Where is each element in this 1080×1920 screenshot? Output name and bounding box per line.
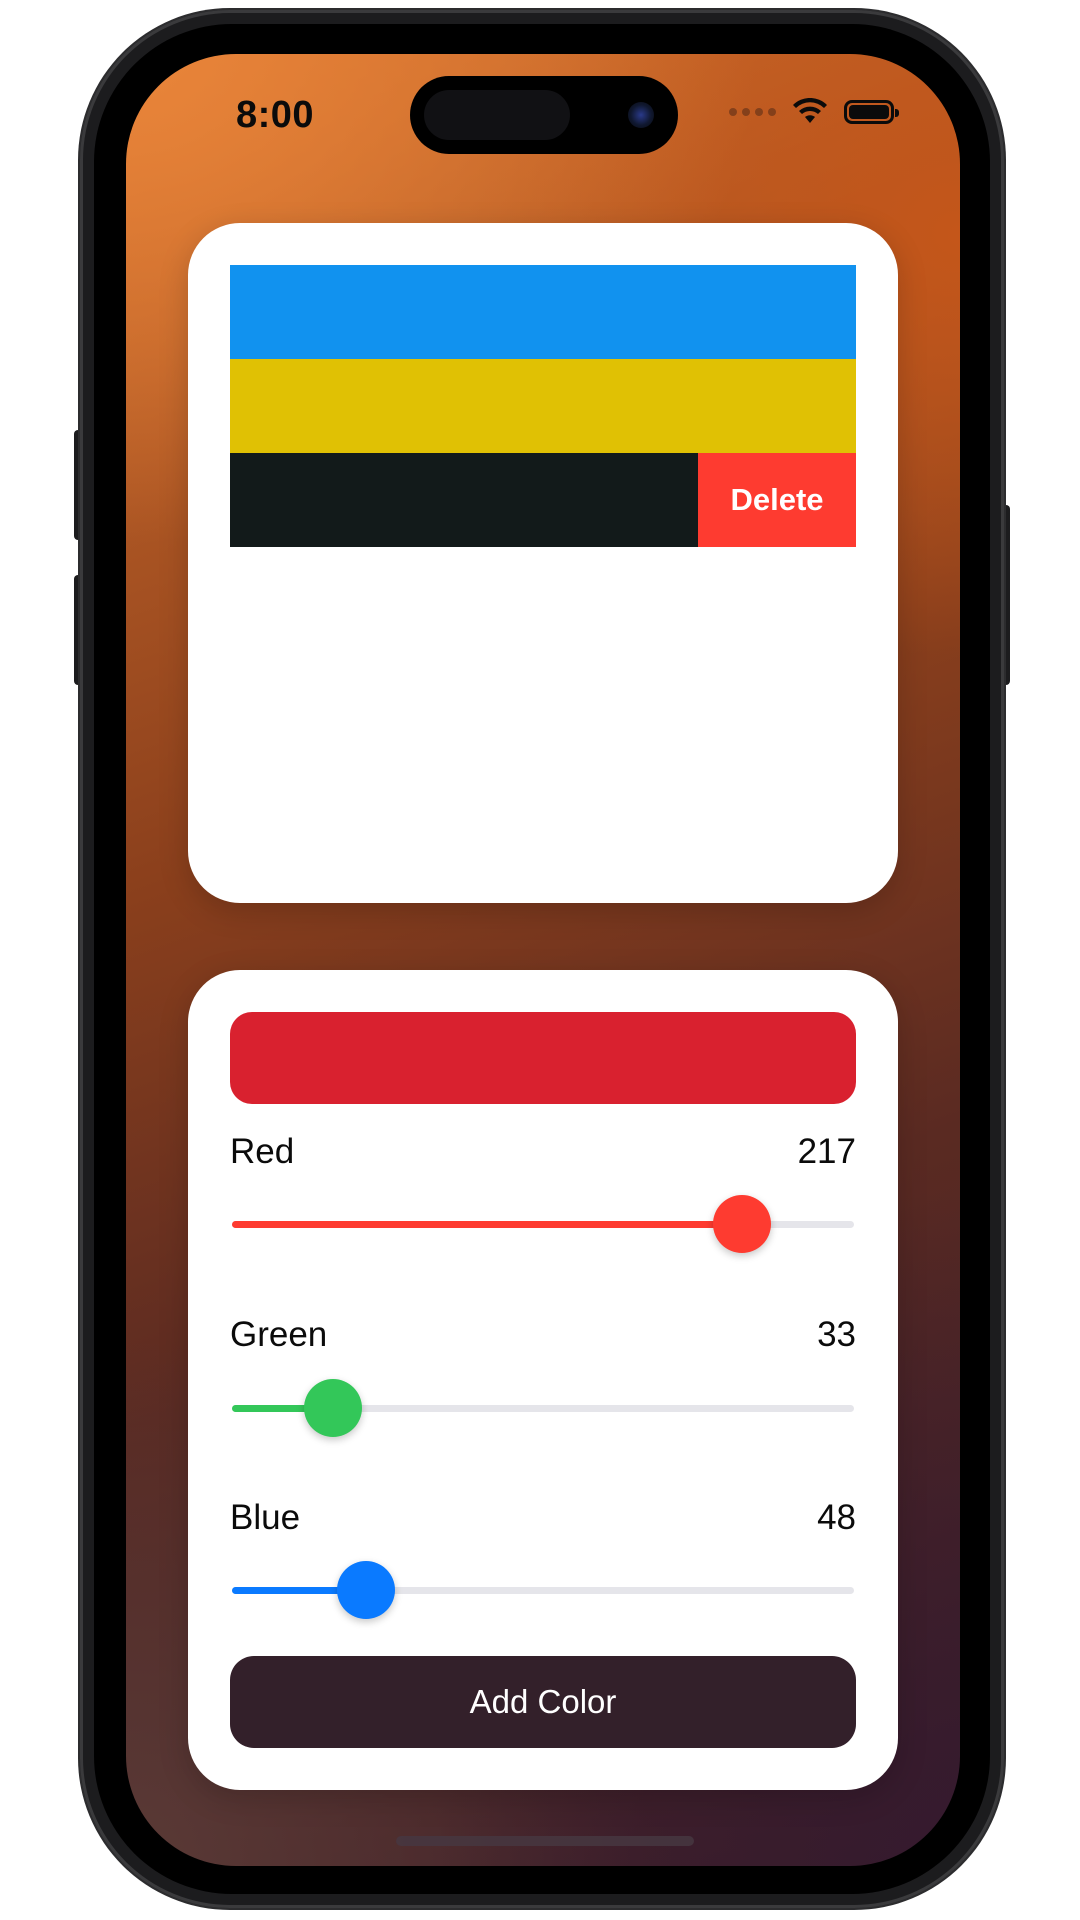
blue-label: Blue (230, 1498, 301, 1537)
color-row[interactable] (230, 359, 856, 453)
status-time: 8:00 (236, 94, 315, 136)
delete-button[interactable]: Delete (698, 453, 856, 547)
cellular-dots-icon (729, 108, 776, 116)
island-sensor (424, 90, 570, 140)
add-color-button[interactable]: Add Color (230, 1656, 856, 1748)
green-value: 33 (817, 1315, 856, 1354)
app-screen: 8:00 Delete Red 217 Green 33 Blue 48 Add… (126, 54, 960, 1866)
red-value: 217 (797, 1132, 856, 1171)
color-list-card: Delete (188, 223, 898, 903)
home-indicator (396, 1836, 694, 1846)
status-icons (729, 98, 899, 126)
green-label: Green (230, 1315, 328, 1354)
slider-thumb[interactable] (713, 1195, 772, 1253)
blue-value: 48 (817, 1498, 856, 1537)
slider-thumb[interactable] (303, 1379, 362, 1437)
red-slider[interactable] (230, 1194, 856, 1254)
color-editor-card: Red 217 Green 33 Blue 48 Add Color (188, 970, 898, 1790)
red-label: Red (230, 1132, 295, 1171)
color-row[interactable] (230, 265, 856, 359)
color-preview-swatch (230, 1012, 856, 1104)
color-row-swiped[interactable] (230, 453, 698, 547)
device-mockup: 8:00 Delete Red 217 Green 33 Blue 48 Add… (0, 0, 1080, 1920)
wifi-icon (793, 98, 827, 123)
green-slider[interactable] (230, 1378, 856, 1438)
dynamic-island (410, 76, 678, 154)
front-camera-icon (628, 102, 654, 128)
slider-thumb[interactable] (336, 1561, 395, 1619)
blue-slider[interactable] (230, 1560, 856, 1620)
battery-icon (844, 100, 899, 124)
slider-fill (232, 1221, 743, 1228)
